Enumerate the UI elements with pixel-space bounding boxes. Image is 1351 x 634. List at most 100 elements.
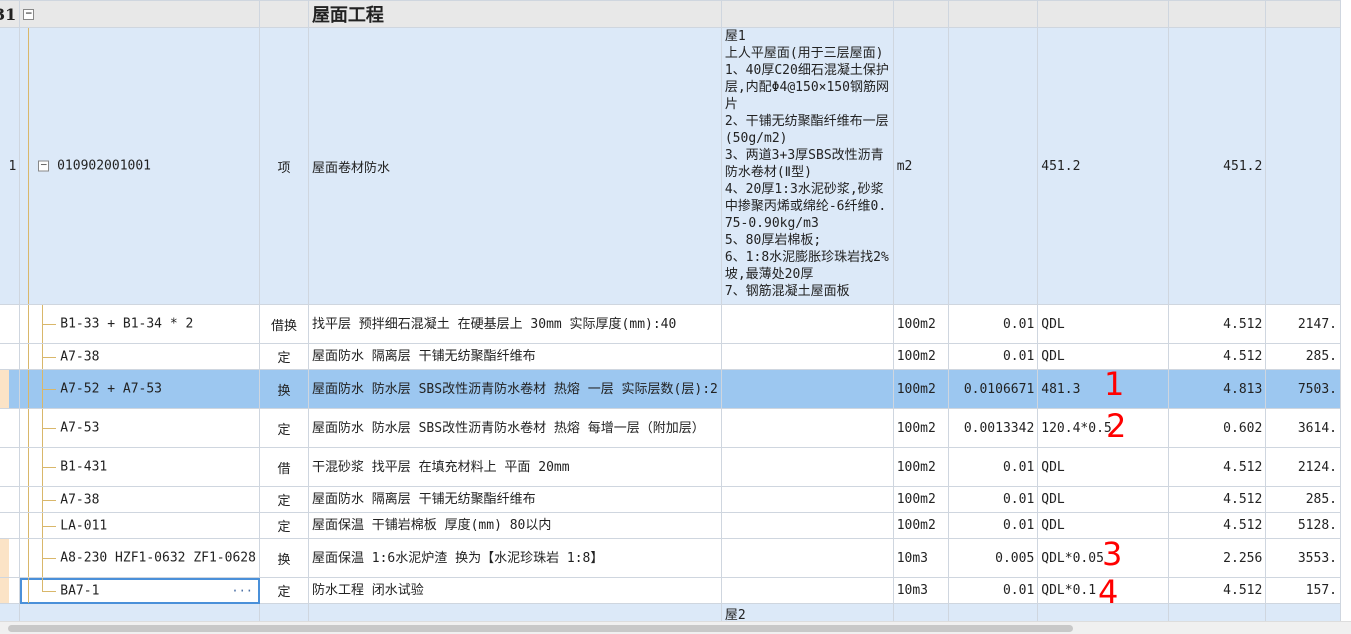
collapse-toggle[interactable]: − — [38, 160, 50, 172]
quota-unit[interactable]: 100m2 — [892, 343, 950, 370]
more-button[interactable]: ··· — [231, 584, 253, 598]
quota-price[interactable]: 157. — [1265, 577, 1341, 604]
quota-row[interactable]: BA7-1 ··· 定防水工程 闭水试验 10m3 0.01 QDL*0.1 4.512 15… — [0, 577, 1341, 604]
item-expression[interactable]: 451.2 — [1037, 27, 1169, 305]
quota-code-cell[interactable]: B1-431 — [19, 447, 261, 487]
quota-name[interactable]: 屋面保温 1:6水泥炉渣 换为【水泥珍珠岩 1:8】 — [307, 538, 722, 578]
quota-unit[interactable]: 10m3 — [892, 538, 950, 578]
quota-content[interactable]: 0.01 — [948, 486, 1039, 513]
quota-type[interactable]: 借换 — [259, 304, 309, 344]
quota-content[interactable]: 0.01 — [948, 304, 1039, 344]
item-type[interactable]: 项 — [259, 27, 309, 305]
quota-type[interactable]: 换 — [259, 369, 309, 409]
quota-quantity[interactable]: 4.512 — [1167, 512, 1267, 539]
quota-content[interactable]: 0.01 — [948, 512, 1039, 539]
section-toggle-cell[interactable]: − — [19, 0, 261, 28]
quota-content[interactable]: 0.01 — [948, 447, 1039, 487]
quota-name[interactable]: 屋面防水 防水层 SBS改性沥青防水卷材 热熔 一层 实际层数(层):2 — [307, 369, 722, 409]
item-content[interactable] — [948, 27, 1039, 305]
item-code-cell[interactable]: − 010902001001 — [19, 27, 261, 305]
quota-expression[interactable]: 120.4*0.5 — [1037, 408, 1169, 448]
quota-type[interactable]: 定 — [259, 343, 309, 370]
quota-type[interactable]: 借 — [259, 447, 309, 487]
quota-row[interactable]: A8-230 HZF1-0632 ZF1-0628 换屋面保温 1:6水泥炉渣 换… — [0, 538, 1341, 578]
annotation-2: 2 — [1106, 407, 1127, 445]
quota-type[interactable]: 定 — [259, 512, 309, 539]
quota-quantity[interactable]: 4.512 — [1167, 304, 1267, 344]
quota-price[interactable]: 5128. — [1265, 512, 1341, 539]
quota-name[interactable]: 屋面防水 隔离层 干铺无纺聚酯纤维布 — [307, 343, 722, 370]
quota-expression[interactable]: QDL — [1037, 447, 1169, 487]
quota-content[interactable]: 0.005 — [948, 538, 1039, 578]
quota-row[interactable]: A7-52 + A7-53 换屋面防水 防水层 SBS改性沥青防水卷材 热熔 一层… — [0, 369, 1341, 409]
quota-price[interactable]: 285. — [1265, 486, 1341, 513]
quota-expression[interactable]: QDL — [1037, 486, 1169, 513]
quota-content[interactable]: 0.0013342 — [948, 408, 1039, 448]
quota-unit[interactable]: 100m2 — [892, 408, 950, 448]
quota-type[interactable]: 定 — [259, 577, 309, 604]
quota-row[interactable]: A7-53 定屋面防水 防水层 SBS改性沥青防水卷材 热熔 每增一层（附加层） 1… — [0, 408, 1341, 448]
quota-price[interactable]: 2147. — [1265, 304, 1341, 344]
quota-quantity[interactable]: 4.512 — [1167, 447, 1267, 487]
quota-quantity[interactable]: 4.512 — [1167, 343, 1267, 370]
quota-code-cell[interactable]: BA7-1 ··· — [19, 577, 261, 604]
quota-price[interactable]: 3553. — [1265, 538, 1341, 578]
quota-price[interactable]: 7503. — [1265, 369, 1341, 409]
quota-price[interactable]: 285. — [1265, 343, 1341, 370]
quota-code: LA-011 — [60, 518, 108, 533]
bill-item-row[interactable]: 1 − 010902001001 项 屋面卷材防水 屋1 上人平屋面(用于三层屋… — [0, 27, 1341, 305]
quota-unit[interactable]: 10m3 — [892, 577, 950, 604]
quota-name[interactable]: 找平层 预拌细石混凝土 在硬基层上 30mm 实际厚度(mm):40 — [307, 304, 722, 344]
quota-content[interactable]: 0.01 — [948, 577, 1039, 604]
quota-row[interactable]: A7-38 定屋面防水 隔离层 干铺无纺聚酯纤维布 100m2 0.01 QDL 4.51… — [0, 486, 1341, 513]
quota-unit[interactable]: 100m2 — [892, 369, 950, 409]
section-row[interactable]: 31 − 屋面工程 — [0, 0, 1341, 28]
quota-unit[interactable]: 100m2 — [892, 447, 950, 487]
quota-name[interactable]: 屋面防水 隔离层 干铺无纺聚酯纤维布 — [307, 486, 722, 513]
scrollbar-thumb[interactable] — [8, 625, 1073, 632]
item-description-text: 屋1 上人平屋面(用于三层屋面) 1、40厚C20细石混凝土保护层,内配Φ4@1… — [724, 29, 889, 299]
quota-code-cell[interactable]: A7-52 + A7-53 — [19, 369, 261, 409]
quota-quantity[interactable]: 0.602 — [1167, 408, 1267, 448]
quota-unit[interactable]: 100m2 — [892, 304, 950, 344]
quota-row[interactable]: B1-33 + B1-34 * 2 借换 找平层 预拌细石混凝土 在硬基层上 30m… — [0, 304, 1341, 344]
quota-type[interactable]: 定 — [259, 408, 309, 448]
quota-name[interactable]: 屋面保温 干铺岩棉板 厚度(mm) 80以内 — [307, 512, 722, 539]
quota-type[interactable]: 定 — [259, 486, 309, 513]
quota-code-cell[interactable]: A8-230 HZF1-0632 ZF1-0628 — [19, 538, 261, 578]
quota-code-cell[interactable]: A7-38 — [19, 486, 261, 513]
quota-name[interactable]: 屋面防水 防水层 SBS改性沥青防水卷材 热熔 每增一层（附加层） — [307, 408, 722, 448]
quota-content[interactable]: 0.01 — [948, 343, 1039, 370]
quota-unit[interactable]: 100m2 — [892, 486, 950, 513]
quota-quantity[interactable]: 4.512 — [1167, 577, 1267, 604]
quota-name[interactable]: 防水工程 闭水试验 — [307, 577, 722, 604]
quota-grid: 31 − 屋面工程 1 − 010902001001 项 屋面卷材防水 屋1 上… — [0, 0, 1341, 628]
quota-code-cell[interactable]: LA-011 — [19, 512, 261, 539]
quota-quantity[interactable]: 4.813 — [1167, 369, 1267, 409]
quota-code-cell[interactable]: A7-53 — [19, 408, 261, 448]
item-unit[interactable]: m2 — [892, 27, 950, 305]
item-name[interactable]: 屋面卷材防水 — [307, 27, 722, 305]
collapse-toggle[interactable]: − — [23, 9, 35, 20]
quota-name[interactable]: 干混砂浆 找平层 在填充材料上 平面 20mm — [307, 447, 722, 487]
quota-price[interactable]: 3614. — [1265, 408, 1341, 448]
quota-content[interactable]: 0.0106671 — [948, 369, 1039, 409]
quota-row[interactable]: LA-011 定屋面保温 干铺岩棉板 厚度(mm) 80以内 100m2 0.01 QD… — [0, 512, 1341, 539]
item-description[interactable]: 屋1 上人平屋面(用于三层屋面) 1、40厚C20细石混凝土保护层,内配Φ4@1… — [720, 27, 894, 305]
quota-unit[interactable]: 100m2 — [892, 512, 950, 539]
quota-quantity[interactable]: 2.256 — [1167, 538, 1267, 578]
quota-type[interactable]: 换 — [259, 538, 309, 578]
quota-quantity[interactable]: 4.512 — [1167, 486, 1267, 513]
quota-expression[interactable]: 481.3 — [1037, 369, 1169, 409]
quota-expression[interactable]: QDL — [1037, 343, 1169, 370]
quota-price[interactable]: 2124. — [1265, 447, 1341, 487]
quota-code: A7-38 — [60, 492, 100, 507]
quota-expression[interactable]: QDL — [1037, 304, 1169, 344]
quota-row[interactable]: A7-38 定屋面防水 隔离层 干铺无纺聚酯纤维布 100m2 0.01 QDL 4.51… — [0, 343, 1341, 370]
quota-code-cell[interactable]: B1-33 + B1-34 * 2 — [19, 304, 261, 344]
horizontal-scrollbar[interactable] — [0, 621, 1351, 634]
quota-code-cell[interactable]: A7-38 — [19, 343, 261, 370]
item-quantity[interactable]: 451.2 — [1167, 27, 1267, 305]
item-code: 010902001001 — [57, 158, 152, 174]
quota-row[interactable]: B1-431 借干混砂浆 找平层 在填充材料上 平面 20mm 100m2 0.01 Q… — [0, 447, 1341, 487]
